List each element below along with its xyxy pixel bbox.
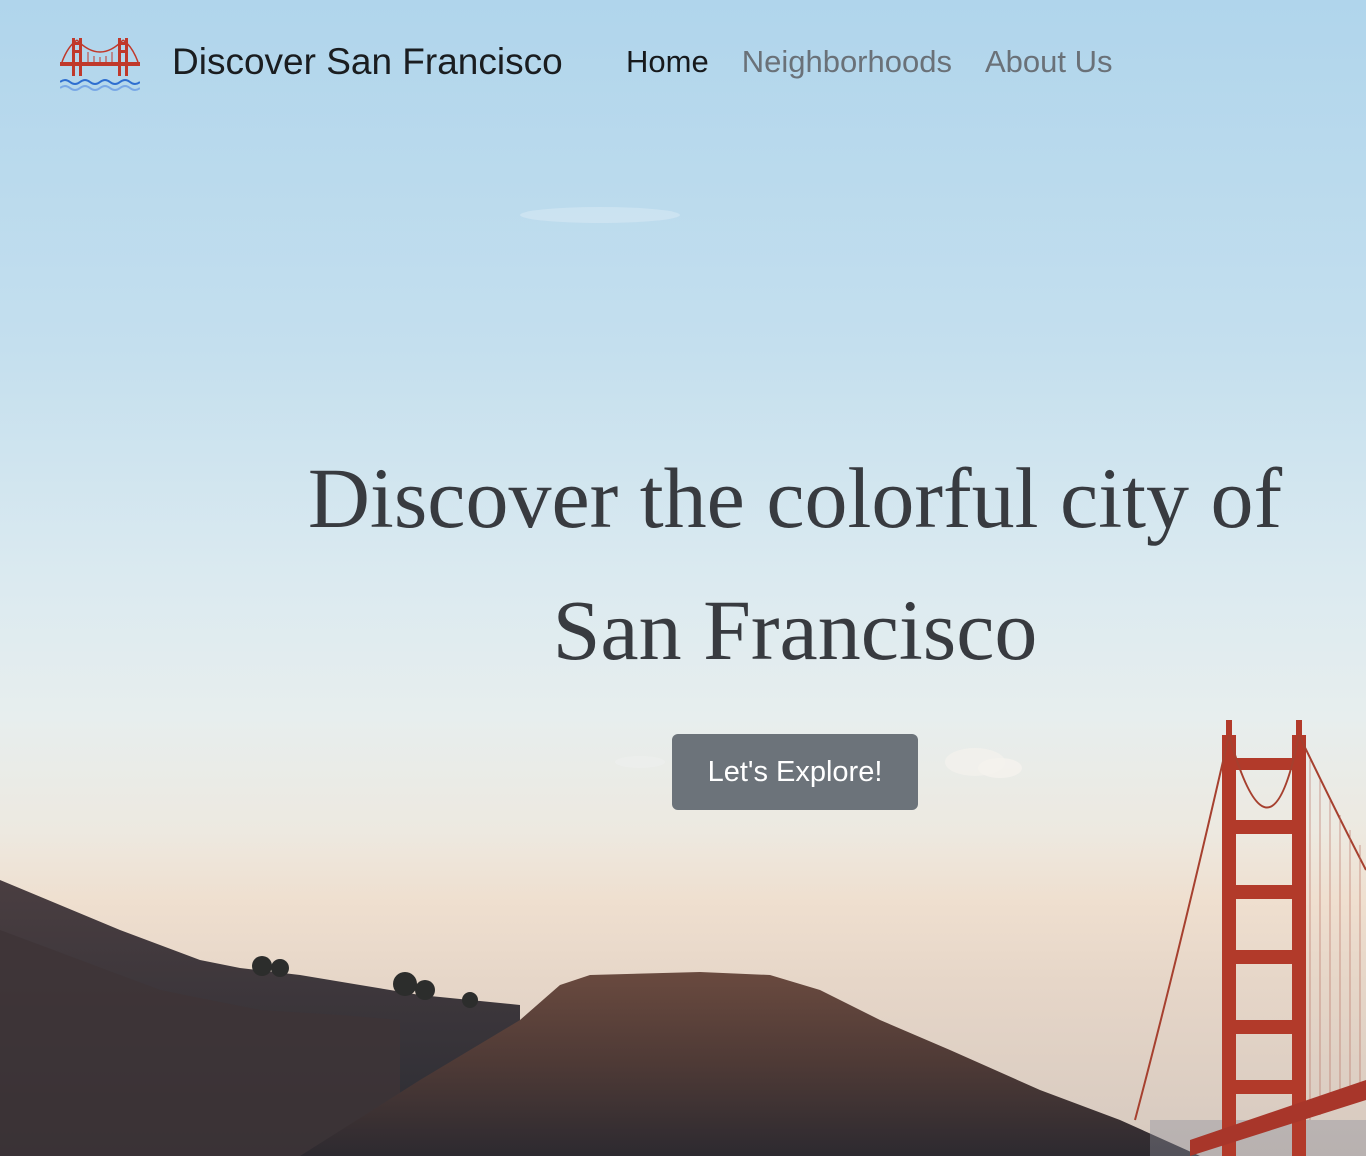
navbar: Discover San Francisco Home Neighborhood… <box>0 0 1366 130</box>
nav-link-neighborhoods[interactable]: Neighborhoods <box>742 44 952 80</box>
brand-title: Discover San Francisco <box>172 41 563 82</box>
lets-explore-button[interactable]: Let's Explore! <box>672 734 918 810</box>
brand-link[interactable]: Discover San Francisco <box>60 32 563 92</box>
nav-links: Home Neighborhoods About Us <box>626 44 1112 80</box>
nav-link-about-us[interactable]: About Us <box>985 44 1113 80</box>
hero-heading: Discover the colorful city of San Franci… <box>307 450 1283 678</box>
nav-link-home[interactable]: Home <box>626 44 709 80</box>
golden-gate-bridge-icon <box>60 38 140 91</box>
